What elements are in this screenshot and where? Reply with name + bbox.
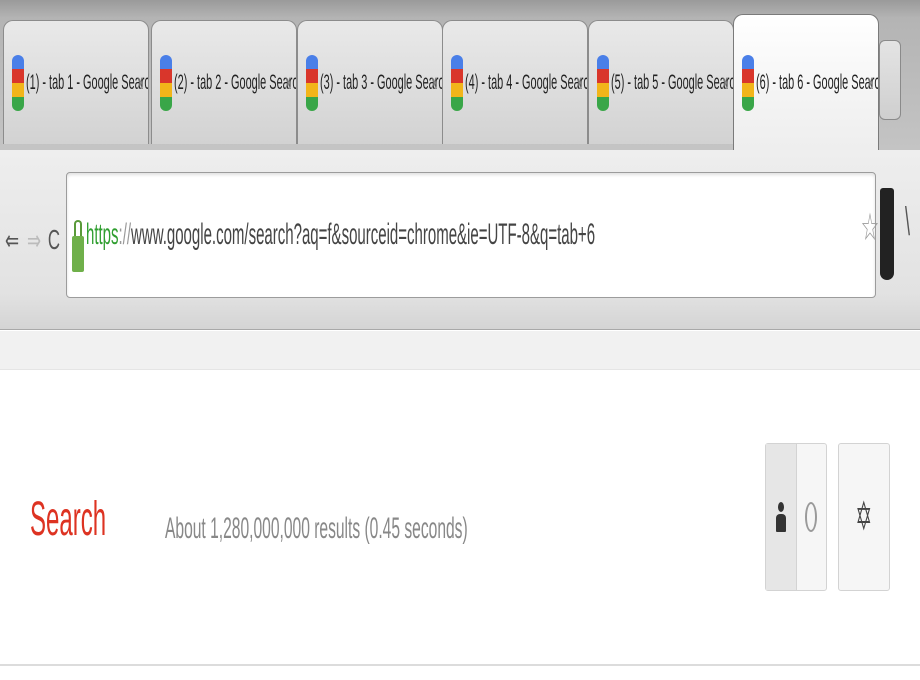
global-results-button[interactable]	[797, 444, 827, 590]
tab-close-icon[interactable]: x	[867, 71, 873, 94]
gear-icon: ✡	[855, 495, 873, 539]
url-path: www.google.com/search?aq=f&sourceid=chro…	[131, 218, 596, 251]
tab-close-icon[interactable]: x	[285, 71, 291, 94]
google-favicon-icon	[597, 54, 609, 111]
google-favicon-icon	[12, 54, 24, 111]
divider	[0, 664, 920, 666]
reload-button[interactable]: C	[48, 205, 60, 275]
tab-title: (4) - tab 4 - Google Search	[465, 70, 588, 94]
google-favicon-icon	[742, 54, 754, 111]
wrench-icon[interactable]: \	[905, 200, 910, 245]
new-tab-button[interactable]	[879, 40, 901, 120]
person-icon	[775, 502, 786, 532]
tab-title: (6) - tab 6 - Google Search	[756, 70, 879, 94]
tab-title: (1) - tab 1 - Google Search	[26, 70, 149, 94]
shield-icon[interactable]	[880, 188, 894, 280]
url-scheme: https	[86, 218, 119, 251]
personal-results-button[interactable]	[766, 444, 797, 590]
tab-title: (2) - tab 2 - Google Search	[174, 70, 297, 94]
tab-close-icon[interactable]: x	[576, 71, 582, 94]
tab-title: (3) - tab 3 - Google Search	[320, 70, 443, 94]
google-bar	[0, 331, 920, 370]
url-separator: ://	[118, 218, 132, 251]
google-favicon-icon	[160, 54, 172, 111]
account-button-group	[765, 443, 827, 591]
tab-6-active[interactable]: (6) - tab 6 - Google Search x	[733, 14, 879, 150]
tab-strip: (1) - tab 1 - Google Search x (2) - tab …	[0, 0, 920, 150]
tab-close-icon[interactable]: x	[431, 71, 437, 94]
tab-close-icon[interactable]: x	[137, 71, 143, 94]
globe-icon	[805, 502, 818, 532]
google-favicon-icon	[306, 54, 318, 111]
tab-5[interactable]: (5) - tab 5 - Google Search x	[588, 20, 734, 144]
google-favicon-icon	[451, 54, 463, 111]
lock-icon[interactable]	[72, 220, 84, 272]
tab-3[interactable]: (3) - tab 3 - Google Search x	[297, 20, 443, 144]
settings-button[interactable]: ✡	[838, 443, 890, 591]
bookmark-star-icon[interactable]: ☆	[861, 205, 880, 250]
browser-window: (1) - tab 1 - Google Search x (2) - tab …	[0, 0, 920, 680]
forward-button[interactable]: ⇒	[27, 205, 41, 275]
tab-4[interactable]: (4) - tab 4 - Google Search x	[442, 20, 588, 144]
tab-1[interactable]: (1) - tab 1 - Google Search x	[3, 20, 149, 144]
tab-2[interactable]: (2) - tab 2 - Google Search x	[151, 20, 297, 144]
search-heading: Search	[30, 493, 107, 546]
back-button[interactable]: ⇐	[5, 205, 19, 275]
tab-title: (5) - tab 5 - Google Search	[611, 70, 734, 94]
tab-close-icon[interactable]: x	[722, 71, 728, 94]
result-stats: About 1,280,000,000 results (0.45 second…	[165, 512, 468, 545]
url-text[interactable]: https://www.google.com/search?aq=f&sourc…	[86, 218, 595, 252]
